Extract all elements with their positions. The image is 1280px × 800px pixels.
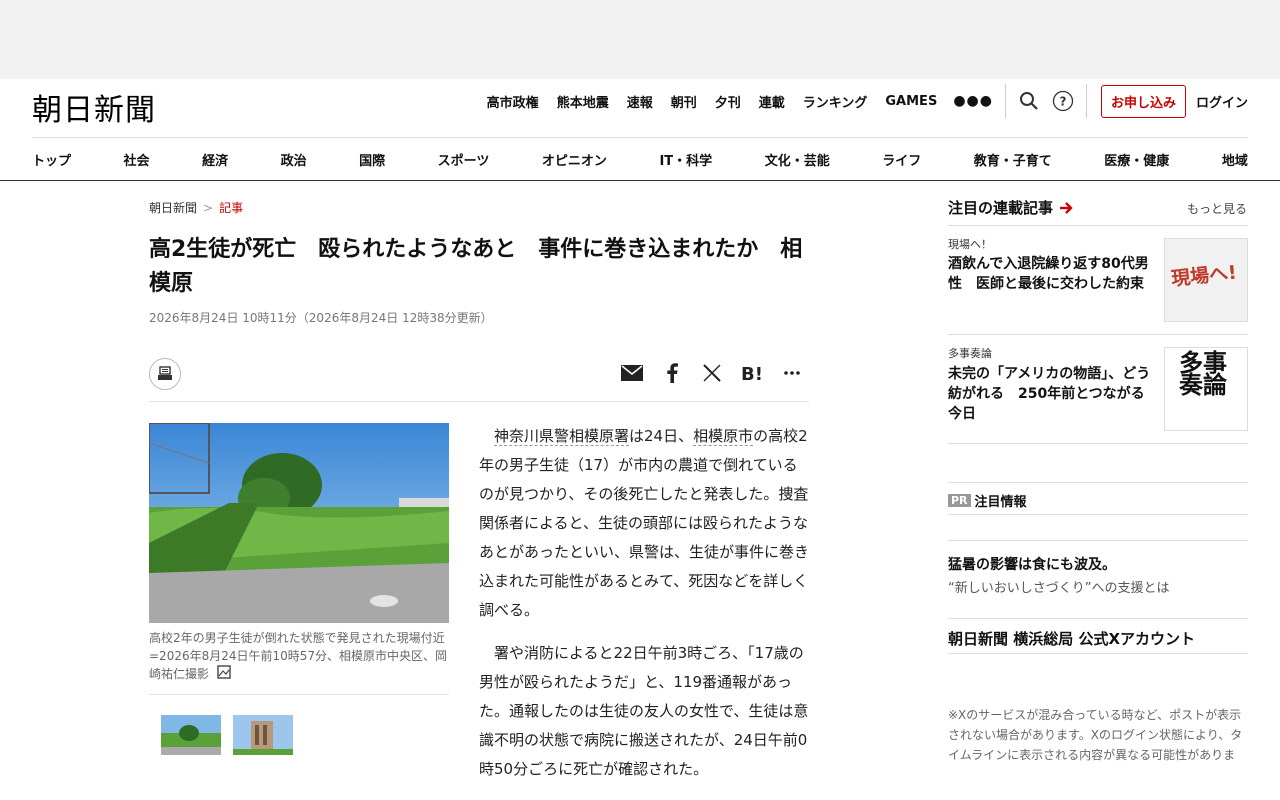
card-title[interactable]: 未完の「アメリカの物語」、どう紡がれる 250年前とつながる今日 bbox=[948, 364, 1154, 424]
divider bbox=[948, 225, 1248, 226]
category-international[interactable]: 国際 bbox=[359, 150, 385, 169]
top-link-morning[interactable]: 朝刊 bbox=[671, 92, 697, 111]
divider bbox=[1004, 84, 1006, 118]
promo-title[interactable]: 猛暑の影響は食にも波及。 bbox=[948, 554, 1116, 574]
promo-subtitle[interactable]: “新しいおいしさづくり”への支援とは bbox=[948, 577, 1169, 596]
divider bbox=[948, 540, 1248, 541]
category-top[interactable]: トップ bbox=[32, 150, 71, 169]
photo-thumbnail[interactable] bbox=[161, 715, 221, 755]
print-icon[interactable] bbox=[149, 358, 181, 390]
category-nav: トップ 社会 経済 政治 国際 スポーツ オピニオン IT・科学 文化・芸能 ラ… bbox=[32, 138, 1248, 180]
article-paragraph: 神奈川県警相模原署は24日、相模原市の高校2年の男子生徒（17）が市内の農道で倒… bbox=[479, 422, 809, 625]
top-link-evening[interactable]: 夕刊 bbox=[715, 92, 741, 111]
more-share-icon[interactable] bbox=[781, 362, 803, 384]
category-education[interactable]: 教育・子育て bbox=[974, 150, 1052, 169]
divider bbox=[948, 514, 1248, 515]
divider bbox=[948, 443, 1248, 444]
article-paragraph: 署や消防によると22日午前3時ごろ、「17歳の男性が殴られたようだ」と、119番… bbox=[479, 644, 809, 778]
category-health[interactable]: 医療・健康 bbox=[1104, 150, 1169, 169]
divider bbox=[149, 694, 449, 695]
keyword-link-city[interactable]: 相模原市 bbox=[693, 427, 754, 446]
divider bbox=[0, 180, 1280, 181]
article-body: 神奈川県警相模原署は24日、相模原市の高校2年の男子生徒（17）が市内の農道で倒… bbox=[479, 422, 809, 798]
top-link-breaking[interactable]: 速報 bbox=[627, 92, 653, 111]
top-link-ranking[interactable]: ランキング bbox=[803, 92, 868, 111]
sidebar-title[interactable]: 注目の連載記事 bbox=[948, 197, 1073, 218]
breadcrumb-home[interactable]: 朝日新聞 bbox=[149, 201, 197, 215]
category-region[interactable]: 地域 bbox=[1222, 150, 1248, 169]
card-series-label[interactable]: 現場へ！ bbox=[948, 236, 992, 252]
more-icon[interactable]: ●●● bbox=[953, 93, 993, 109]
photo-caption-text: 高校2年の男子生徒が倒れた状態で発見された現場付近=2026年8月24日午前10… bbox=[149, 631, 448, 681]
top-link-games[interactable]: GAMES bbox=[885, 94, 937, 109]
breadcrumb: 朝日新聞 > 記事 bbox=[149, 199, 243, 216]
photo-thumbnail[interactable] bbox=[233, 715, 293, 755]
category-culture[interactable]: 文化・芸能 bbox=[765, 150, 830, 169]
hatena-bookmark-icon[interactable]: B! bbox=[741, 362, 763, 384]
card-title[interactable]: 酒飲んで入退院繰り返す80代男性 医師と最後に交わした約束 bbox=[948, 254, 1154, 294]
article-text: は24日、 bbox=[629, 427, 694, 445]
gallery-icon[interactable] bbox=[217, 665, 231, 684]
pr-header: PR 注目情報 bbox=[948, 491, 1027, 510]
breadcrumb-current[interactable]: 記事 bbox=[219, 201, 243, 215]
card-image-text: 現場へ! bbox=[1170, 261, 1238, 291]
share-toolbar: B! bbox=[149, 358, 809, 402]
divider bbox=[1085, 84, 1087, 118]
arrow-right-icon bbox=[1059, 201, 1073, 215]
top-link-series[interactable]: 連載 bbox=[759, 92, 785, 111]
search-icon[interactable] bbox=[1018, 90, 1040, 112]
divider bbox=[948, 334, 1248, 335]
category-society[interactable]: 社会 bbox=[124, 150, 150, 169]
card-image-text: 多事奏論 bbox=[1179, 348, 1227, 399]
photo-caption: 高校2年の男子生徒が倒れた状態で発見された現場付近=2026年8月24日午前10… bbox=[149, 629, 449, 684]
svg-text:B!: B! bbox=[741, 364, 763, 383]
card-series-label[interactable]: 多事奏論 bbox=[948, 345, 992, 361]
category-it-science[interactable]: IT・科学 bbox=[659, 150, 712, 169]
article-dateline: 2026年8月24日 10時11分（2026年8月24日 12時38分更新） bbox=[149, 311, 493, 325]
category-economy[interactable]: 経済 bbox=[202, 150, 228, 169]
share-buttons: B! bbox=[603, 362, 803, 384]
ad-banner-area bbox=[0, 0, 1280, 79]
more-link[interactable]: もっと見る bbox=[1187, 200, 1247, 217]
category-politics[interactable]: 政治 bbox=[281, 150, 307, 169]
x-account-note: ※Xのサービスが混み合っている時など、ポストが表示されない場合があります。Xのロ… bbox=[948, 708, 1243, 769]
category-sports[interactable]: スポーツ bbox=[438, 150, 490, 169]
login-link[interactable]: ログイン bbox=[1196, 92, 1248, 111]
mail-share-icon[interactable] bbox=[621, 362, 643, 384]
category-life[interactable]: ライフ bbox=[882, 150, 921, 169]
x-account-title[interactable]: 朝日新聞 横浜総局 公式Xアカウント bbox=[948, 628, 1195, 649]
divider bbox=[948, 653, 1248, 654]
site-logo[interactable]: 朝日新聞 bbox=[32, 85, 156, 129]
site-header: 朝日新聞 高市政権 熊本地震 速報 朝刊 夕刊 連載 ランキング GAMES ●… bbox=[0, 79, 1280, 137]
facebook-share-icon[interactable] bbox=[661, 362, 683, 384]
article-text: の高校2年の男子生徒（17）が市内の農道で倒れているのが見つかり、その後死亡した… bbox=[479, 427, 810, 619]
breadcrumb-separator: > bbox=[203, 201, 214, 215]
top-link-takaichi[interactable]: 高市政権 bbox=[487, 92, 539, 111]
divider bbox=[948, 618, 1248, 619]
category-opinion[interactable]: オピニオン bbox=[542, 150, 607, 169]
subscribe-button[interactable]: お申し込み bbox=[1100, 84, 1186, 118]
help-icon[interactable]: ? bbox=[1052, 90, 1074, 112]
x-share-icon[interactable] bbox=[701, 362, 723, 384]
card-image[interactable]: 現場へ! bbox=[1164, 238, 1248, 322]
divider bbox=[948, 482, 1248, 483]
pr-badge: PR bbox=[948, 494, 971, 507]
article-photo[interactable] bbox=[149, 423, 449, 623]
keyword-link-police[interactable]: 神奈川県警相模原署 bbox=[494, 427, 630, 446]
pr-label: 注目情報 bbox=[974, 495, 1027, 510]
svg-text:?: ? bbox=[1059, 95, 1066, 109]
card-image[interactable]: 多事奏論 bbox=[1164, 347, 1248, 431]
top-link-kumamoto[interactable]: 熊本地震 bbox=[557, 92, 609, 111]
article-headline: 高2生徒が死亡 殴られたようなあと 事件に巻き込まれたか 相模原 bbox=[149, 237, 803, 296]
top-nav: 高市政権 熊本地震 速報 朝刊 夕刊 連載 ランキング GAMES ●●● ? … bbox=[469, 79, 1248, 123]
sidebar-title-text: 注目の連載記事 bbox=[948, 199, 1054, 217]
